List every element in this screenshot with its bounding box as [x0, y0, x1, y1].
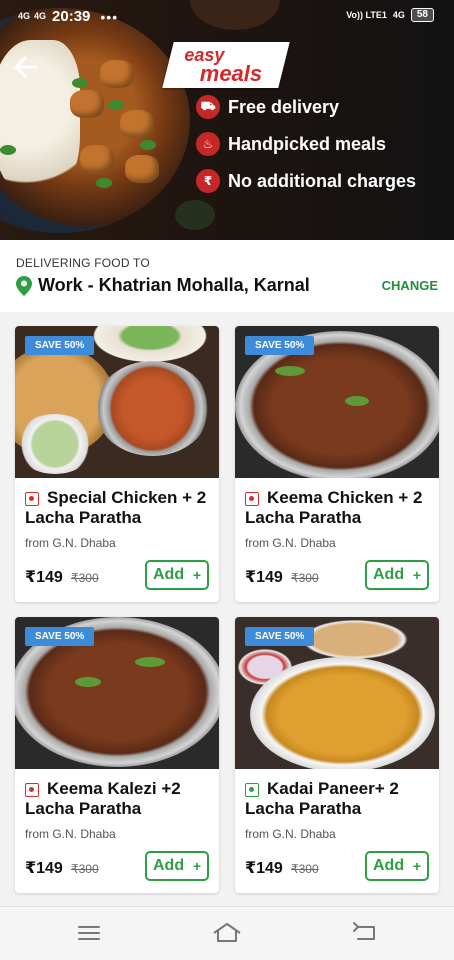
meal-image: SAVE 50% — [235, 617, 439, 769]
herb-garnish — [345, 396, 369, 406]
add-label: Add — [153, 857, 185, 874]
meal-card[interactable]: SAVE 50% Keema Kalezi +2 Lacha Paratha f… — [15, 617, 219, 893]
signal-icon: 4G — [34, 11, 47, 21]
discount-badge: SAVE 50% — [25, 336, 95, 355]
plus-icon: + — [192, 858, 201, 874]
add-button[interactable]: Add + — [365, 560, 429, 590]
leaf-decoration — [175, 200, 215, 230]
back-arrow-icon[interactable] — [12, 54, 40, 80]
feature-handpicked-meals: ♨ Handpicked meals — [196, 132, 386, 156]
clock: 20:39 — [52, 8, 91, 25]
status-bar: 4G 4G 20:39 ••• Vo)) LTE1 4G 58 — [0, 0, 454, 34]
feature-label: Handpicked meals — [228, 133, 387, 154]
herb-garnish — [108, 100, 124, 110]
delivery-address-section: DELIVERING FOOD TO Work - Khatrian Mohal… — [0, 240, 454, 312]
discount-badge: SAVE 50% — [245, 336, 315, 355]
original-price: ₹300 — [291, 571, 319, 585]
curry-bowl-image — [95, 361, 210, 456]
herb-garnish — [275, 366, 305, 376]
price: ₹149 — [245, 569, 283, 586]
herb-garnish — [0, 145, 16, 155]
meal-card[interactable]: SAVE 50% Kadai Paneer+ 2 Lacha Paratha f… — [235, 617, 439, 893]
meal-name: Keema Kalezi +2 Lacha Paratha — [25, 779, 181, 818]
logo-text: meals — [199, 61, 263, 86]
meal-image: SAVE 50% — [15, 326, 219, 478]
meal-name: Special Chicken + 2 Lacha Paratha — [25, 488, 207, 527]
battery-icon: 58 — [410, 8, 434, 22]
herb-garnish — [72, 78, 88, 88]
original-price: ₹300 — [291, 862, 319, 876]
more-notifications-icon: ••• — [100, 8, 119, 25]
meal-name: Kadai Paneer+ 2 Lacha Paratha — [245, 779, 399, 818]
meal-image: SAVE 50% — [235, 326, 439, 478]
signal-icon: 4G — [18, 11, 31, 21]
herb-garnish — [96, 178, 112, 188]
discount-badge: SAVE 50% — [25, 627, 95, 646]
add-label: Add — [153, 566, 185, 583]
network-icon: 4G — [392, 10, 405, 20]
add-label: Add — [373, 857, 405, 874]
price: ₹149 — [25, 860, 63, 877]
chicken-piece — [80, 145, 114, 173]
meal-card[interactable]: SAVE 50% Keema Chicken + 2 Lacha Paratha… — [235, 326, 439, 602]
meal-icon: ♨ — [196, 132, 220, 156]
truck-icon: ⛟ — [196, 95, 220, 119]
discount-badge: SAVE 50% — [245, 627, 315, 646]
feature-free-delivery: ⛟ Free delivery — [196, 95, 339, 119]
feature-label: No additional charges — [228, 170, 417, 191]
original-price: ₹300 — [71, 862, 99, 876]
system-navigation-bar — [0, 906, 454, 960]
price: ₹149 — [25, 569, 63, 586]
chicken-piece — [100, 60, 134, 88]
herb-garnish — [75, 677, 101, 687]
plus-icon: + — [412, 567, 421, 583]
meal-name: Keema Chicken + 2 Lacha Paratha — [245, 488, 423, 527]
volte-indicator: Vo)) LTE1 — [346, 10, 387, 20]
chicken-piece — [120, 110, 154, 138]
add-label: Add — [373, 566, 405, 583]
home-icon[interactable] — [212, 919, 242, 947]
herb-garnish — [135, 657, 165, 667]
location-pin-icon — [16, 276, 32, 296]
plus-icon: + — [192, 567, 201, 583]
salad-image — [85, 326, 215, 366]
restaurant-name: from G.N. Dhaba — [25, 827, 116, 841]
plus-icon: + — [412, 858, 421, 874]
restaurant-name: from G.N. Dhaba — [245, 536, 336, 550]
price: ₹149 — [245, 860, 283, 877]
original-price: ₹300 — [71, 571, 99, 585]
chutney-bowl-image — [15, 414, 95, 474]
chicken-piece — [70, 90, 104, 118]
restaurant-name: from G.N. Dhaba — [25, 536, 116, 550]
delivery-label: DELIVERING FOOD TO — [16, 256, 150, 270]
add-button[interactable]: Add + — [145, 560, 209, 590]
add-button[interactable]: Add + — [145, 851, 209, 881]
rupee-icon: ₹ — [196, 169, 220, 193]
meal-image: SAVE 50% — [15, 617, 219, 769]
add-button[interactable]: Add + — [365, 851, 429, 881]
feature-no-charges: ₹ No additional charges — [196, 169, 416, 193]
menu-icon[interactable] — [74, 919, 104, 947]
easy-meals-logo: easy meals — [162, 42, 290, 88]
feature-label: Free delivery — [228, 96, 340, 117]
back-icon[interactable] — [350, 919, 380, 947]
paneer-curry-image — [250, 657, 435, 769]
change-address-button[interactable]: CHANGE — [382, 278, 438, 293]
restaurant-name: from G.N. Dhaba — [245, 827, 336, 841]
hero-banner: 4G 4G 20:39 ••• Vo)) LTE1 4G 58 easy mea… — [0, 0, 454, 240]
meal-card[interactable]: SAVE 50% Special Chicken + 2 Lacha Parat… — [15, 326, 219, 602]
chicken-piece — [125, 155, 159, 183]
delivery-address: Work - Khatrian Mohalla, Karnal — [38, 275, 310, 295]
herb-garnish — [140, 140, 156, 150]
